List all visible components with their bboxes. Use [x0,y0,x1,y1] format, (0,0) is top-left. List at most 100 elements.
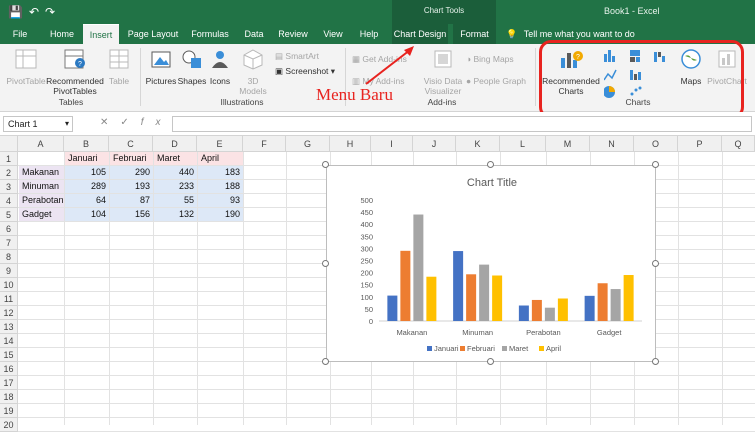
cell-value[interactable]: 93 [198,194,243,207]
tab-page-layout[interactable]: Page Layout [124,24,182,44]
row-header-1[interactable]: 1 [0,152,18,166]
cell-value[interactable]: 188 [198,180,243,193]
3d-models-button[interactable]: 3D Models [238,48,268,96]
row-header-5[interactable]: 5 [0,208,18,222]
cell-value[interactable]: 87 [110,194,153,207]
quick-access-toolbar[interactable]: 💾↶↷ [8,5,61,19]
cell-value[interactable]: 55 [154,194,197,207]
fx-icon[interactable]: fx [141,117,173,128]
row-header-15[interactable]: 15 [0,348,18,362]
tab-file[interactable]: File [4,24,36,44]
cell-value[interactable]: 233 [154,180,197,193]
cell-category-label[interactable]: Makanan [19,166,64,179]
cell-series-header[interactable]: April [198,152,243,165]
row-header-13[interactable]: 13 [0,320,18,334]
screenshot-button[interactable]: ▣ Screenshot ▾ [275,66,335,77]
row-header-16[interactable]: 16 [0,362,18,376]
column-header-k[interactable]: K [456,136,500,152]
chart-resize-handle[interactable] [652,358,659,365]
cell-value[interactable]: 132 [154,208,197,221]
row-header-2[interactable]: 2 [0,166,18,180]
cell-series-header[interactable]: Maret [154,152,197,165]
smartart-button[interactable]: ▤ SmartArt [275,51,319,62]
row-header-11[interactable]: 11 [0,292,18,306]
cell-category-label[interactable]: Minuman [19,180,64,193]
column-header-c[interactable]: C [109,136,153,152]
cell-value[interactable]: 104 [65,208,109,221]
row-header-20[interactable]: 20 [0,418,18,432]
column-header-f[interactable]: F [243,136,286,152]
cell-series-header[interactable]: Januari [65,152,109,165]
row-header-6[interactable]: 6 [0,222,18,236]
column-header-m[interactable]: M [546,136,590,152]
chart-resize-handle[interactable] [322,358,329,365]
cell-value[interactable]: 64 [65,194,109,207]
row-header-14[interactable]: 14 [0,334,18,348]
cell-value[interactable]: 289 [65,180,109,193]
column-header-q[interactable]: Q [722,136,755,152]
row-header-4[interactable]: 4 [0,194,18,208]
bing-maps-button[interactable]: ◑ Bing Maps [466,54,514,64]
icons-button[interactable]: Icons [207,48,233,86]
chart-resize-handle[interactable] [652,259,659,267]
row-header-18[interactable]: 18 [0,390,18,404]
cell-value[interactable]: 440 [154,166,197,179]
column-header-i[interactable]: I [371,136,413,152]
undo-icon[interactable]: ↶ [29,5,45,19]
column-header-b[interactable]: B [64,136,109,152]
chart-object[interactable]: Chart Title 0 50 100 150 200 250 300 350 400 450 50… [326,165,656,362]
column-header-g[interactable]: G [286,136,330,152]
row-header-10[interactable]: 10 [0,278,18,292]
tab-format[interactable]: Format [453,24,496,44]
chart-resize-handle[interactable] [487,161,494,168]
column-header-l[interactable]: L [500,136,546,152]
recommended-pivottables-button[interactable]: ? Recommended PivotTables [46,48,104,96]
chart-resize-handle[interactable] [652,161,659,168]
cell-category-label[interactable]: Gadget [19,208,64,221]
column-header-o[interactable]: O [634,136,678,152]
enter-icon[interactable]: ✓ [120,117,140,128]
pictures-button[interactable]: Pictures [144,48,178,86]
shapes-button[interactable]: Shapes [177,48,207,86]
redo-icon[interactable]: ↷ [45,5,61,19]
tab-review[interactable]: Review [274,24,312,44]
column-header-h[interactable]: H [330,136,371,152]
cell-value[interactable]: 105 [65,166,109,179]
table-button[interactable]: Table [104,48,134,86]
cell-value[interactable]: 190 [198,208,243,221]
column-header-n[interactable]: N [590,136,634,152]
tab-insert[interactable]: Insert [83,24,119,44]
column-header-j[interactable]: J [413,136,456,152]
column-header-e[interactable]: E [197,136,243,152]
formula-input[interactable] [172,116,752,132]
tab-view[interactable]: View [318,24,348,44]
cell-value[interactable]: 183 [198,166,243,179]
chart-resize-handle[interactable] [322,259,329,267]
people-graph-button[interactable]: ● People Graph [466,76,526,86]
name-box[interactable]: Chart 1 ▾ [3,116,73,132]
chart-resize-handle[interactable] [322,161,329,168]
tab-home[interactable]: Home [44,24,80,44]
visio-data-visualizer-button[interactable]: Visio Data Visualizer [420,48,466,96]
tab-formulas[interactable]: Formulas [188,24,232,44]
cell-value[interactable]: 290 [110,166,153,179]
save-icon[interactable]: 💾 [8,5,29,19]
column-header-d[interactable]: D [153,136,197,152]
row-header-12[interactable]: 12 [0,306,18,320]
column-header-p[interactable]: P [678,136,722,152]
row-header-19[interactable]: 19 [0,404,18,418]
row-header-17[interactable]: 17 [0,376,18,390]
cell-value[interactable]: 156 [110,208,153,221]
row-header-3[interactable]: 3 [0,180,18,194]
column-header-a[interactable]: A [18,136,64,152]
tab-data[interactable]: Data [239,24,269,44]
chart-resize-handle[interactable] [487,358,494,365]
row-header-7[interactable]: 7 [0,236,18,250]
row-header-9[interactable]: 9 [0,264,18,278]
cancel-icon[interactable]: ✕ [100,117,120,128]
select-all-corner[interactable] [0,136,18,152]
cell-category-label[interactable]: Perabotan [19,194,64,207]
cell-series-header[interactable]: Februari [110,152,153,165]
row-header-8[interactable]: 8 [0,250,18,264]
pivottable-button[interactable]: PivotTable [4,48,48,86]
